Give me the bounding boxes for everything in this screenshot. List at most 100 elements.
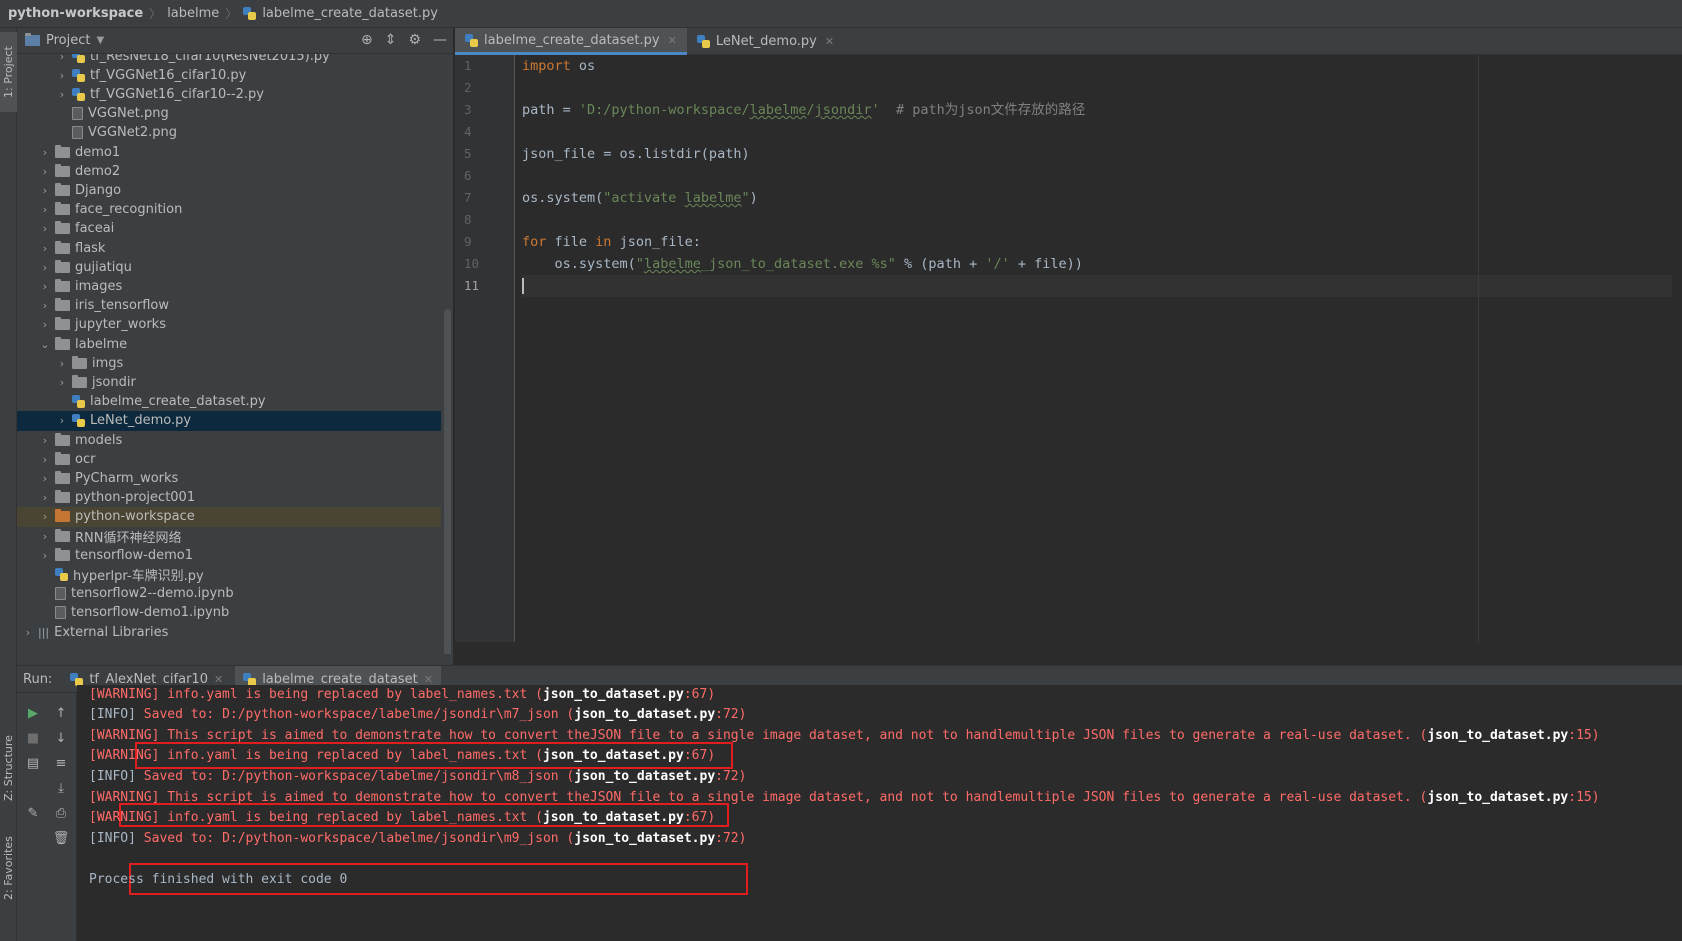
tree-item[interactable]: › ||| External Libraries (17, 622, 441, 642)
pin-icon[interactable]: ✎ (23, 803, 43, 823)
close-icon[interactable]: ✕ (668, 34, 677, 47)
close-icon[interactable]: ✕ (214, 673, 223, 686)
chevron-right-icon[interactable]: › (40, 453, 50, 466)
tree-item[interactable]: VGGNet.png (17, 104, 441, 124)
code-line[interactable]: path = 'D:/python-workspace/labelme/json… (522, 99, 1672, 121)
print-icon[interactable]: ⎙ (51, 803, 71, 823)
tree-item[interactable]: › PyCharm_works (17, 468, 441, 488)
chevron-right-icon[interactable]: › (40, 530, 50, 543)
code-line[interactable] (522, 275, 1672, 297)
tree-item[interactable]: › demo2 (17, 161, 441, 181)
chevron-right-icon[interactable]: › (40, 491, 50, 504)
hide-panel-icon[interactable]: — (433, 32, 447, 48)
layout-icon[interactable]: ▤ (23, 753, 43, 773)
tree-item[interactable]: › iris_tensorflow (17, 296, 441, 316)
scroll-to-end-icon[interactable]: ⤓ (51, 778, 71, 798)
chevron-right-icon[interactable]: › (40, 472, 50, 485)
tree-item[interactable]: › jsondir (17, 372, 441, 392)
code-line[interactable]: for file in json_file: (522, 231, 1672, 253)
chevron-right-icon[interactable]: › (40, 203, 50, 216)
favorites-tool-tab[interactable]: 2: Favorites (0, 828, 17, 908)
tree-item[interactable]: VGGNet2.png (17, 123, 441, 143)
code-line[interactable] (522, 165, 1672, 187)
tree-item[interactable]: › ocr (17, 449, 441, 469)
down-arrow-icon[interactable]: ↓ (51, 728, 71, 748)
tree-item[interactable]: tensorflow2--demo.ipynb (17, 584, 441, 604)
code-line[interactable]: os.system("activate labelme") (522, 187, 1672, 209)
up-arrow-icon[interactable]: ↑ (51, 703, 71, 723)
code-line[interactable] (522, 121, 1672, 143)
locate-icon[interactable]: ⊕ (361, 32, 373, 48)
breadcrumb-file[interactable]: labelme_create_dataset.py (262, 6, 438, 21)
tree-item[interactable]: › Django (17, 180, 441, 200)
chevron-right-icon[interactable]: › (40, 146, 50, 159)
tree-item[interactable]: › jupyter_works (17, 315, 441, 335)
chevron-right-icon[interactable]: › (57, 414, 67, 427)
chevron-right-icon[interactable]: › (40, 318, 50, 331)
tree-item[interactable]: › imgs (17, 353, 441, 373)
tree-item[interactable]: › demo1 (17, 142, 441, 162)
chevron-right-icon[interactable]: › (40, 510, 50, 523)
tree-item[interactable]: › face_recognition (17, 200, 441, 220)
tree-item[interactable]: › RNN循环神经网络 (17, 526, 441, 546)
code-line[interactable]: os.system("labelme_json_to_dataset.exe %… (522, 253, 1672, 275)
project-view-selector[interactable]: Project (46, 33, 90, 48)
tree-item[interactable]: › faceai (17, 219, 441, 239)
editor-tab[interactable]: LeNet_demo.py ✕ (687, 28, 844, 55)
chevron-right-icon[interactable]: › (40, 261, 50, 274)
chevron-right-icon[interactable]: › (40, 299, 50, 312)
editor-tab[interactable]: labelme_create_dataset.py ✕ (455, 28, 687, 55)
code-line[interactable] (522, 77, 1672, 99)
chevron-right-icon[interactable]: › (40, 222, 50, 235)
chevron-right-icon[interactable]: › (57, 54, 67, 63)
tree-item[interactable]: hyperlpr-车牌识别.py (17, 564, 441, 584)
collapse-all-icon[interactable]: ⇕ (385, 32, 397, 48)
chevron-right-icon[interactable]: › (57, 376, 67, 389)
chevron-right-icon[interactable]: › (40, 549, 50, 562)
chevron-down-icon[interactable]: ⌄ (40, 338, 50, 351)
soft-wrap-icon[interactable]: ≡ (51, 753, 71, 773)
tree-item[interactable]: labelme_create_dataset.py (17, 392, 441, 412)
chevron-right-icon[interactable]: › (40, 165, 50, 178)
breadcrumb-folder[interactable]: labelme (167, 6, 219, 21)
dropdown-arrow-icon[interactable]: ▼ (96, 35, 104, 46)
stop-icon[interactable]: ■ (23, 728, 43, 748)
chevron-right-icon[interactable]: › (40, 242, 50, 255)
code-area[interactable]: import os path = 'D:/python-workspace/lab… (522, 55, 1672, 297)
structure-tool-tab[interactable]: Z: Structure (0, 728, 17, 808)
tree-item[interactable]: › flask (17, 238, 441, 258)
tree-item[interactable]: › tf_VGGNet16_cifar10.py (17, 65, 441, 85)
chevron-right-icon[interactable]: › (57, 357, 67, 370)
chevron-right-icon[interactable]: › (57, 69, 67, 82)
tree-item[interactable]: › gujiatiqu (17, 257, 441, 277)
code-line[interactable]: json_file = os.listdir(path) (522, 143, 1672, 165)
tree-item[interactable]: › python-workspace (17, 506, 441, 527)
project-tool-tab[interactable]: 1: Project (0, 32, 17, 112)
tree-item[interactable]: tensorflow-demo1.ipynb (17, 603, 441, 623)
code-editor[interactable]: 1 2 3 4 5 6 7 8 9 10 11 import os path = 'D:/python… (455, 55, 1682, 642)
tree-item[interactable]: › tf_ResNet18_cifar10(ResNet2015).py (17, 54, 441, 66)
tree-item[interactable]: › models (17, 430, 441, 450)
run-console[interactable]: [WARNING] This script is aimed to demons… (77, 685, 1682, 941)
chevron-right-icon[interactable]: › (40, 184, 50, 197)
tree-item[interactable]: › tf_VGGNet16_cifar10--2.py (17, 84, 441, 104)
close-icon[interactable]: ✕ (825, 35, 834, 48)
chevron-right-icon[interactable]: › (40, 434, 50, 447)
breadcrumb-root[interactable]: python-workspace (8, 6, 143, 21)
code-line[interactable]: import os (522, 55, 1672, 77)
rerun-icon[interactable]: ▶ (23, 703, 43, 723)
tree-item[interactable]: ⌄ labelme (17, 334, 441, 354)
tree-item[interactable]: › images (17, 276, 441, 296)
tree-item[interactable]: › tensorflow-demo1 (17, 545, 441, 565)
console-token: :15) (1568, 789, 1600, 805)
chevron-right-icon[interactable]: › (23, 626, 33, 639)
project-tree-scrollbar[interactable] (444, 309, 451, 654)
chevron-right-icon[interactable]: › (57, 88, 67, 101)
trash-icon[interactable]: 🗑 (51, 828, 71, 848)
chevron-right-icon[interactable]: › (40, 280, 50, 293)
tree-item[interactable]: › python-project001 (17, 488, 441, 508)
close-icon[interactable]: ✕ (424, 673, 433, 686)
tree-item[interactable]: › LeNet_demo.py (17, 410, 441, 431)
gear-icon[interactable]: ⚙ (408, 32, 421, 48)
code-line[interactable] (522, 209, 1672, 231)
